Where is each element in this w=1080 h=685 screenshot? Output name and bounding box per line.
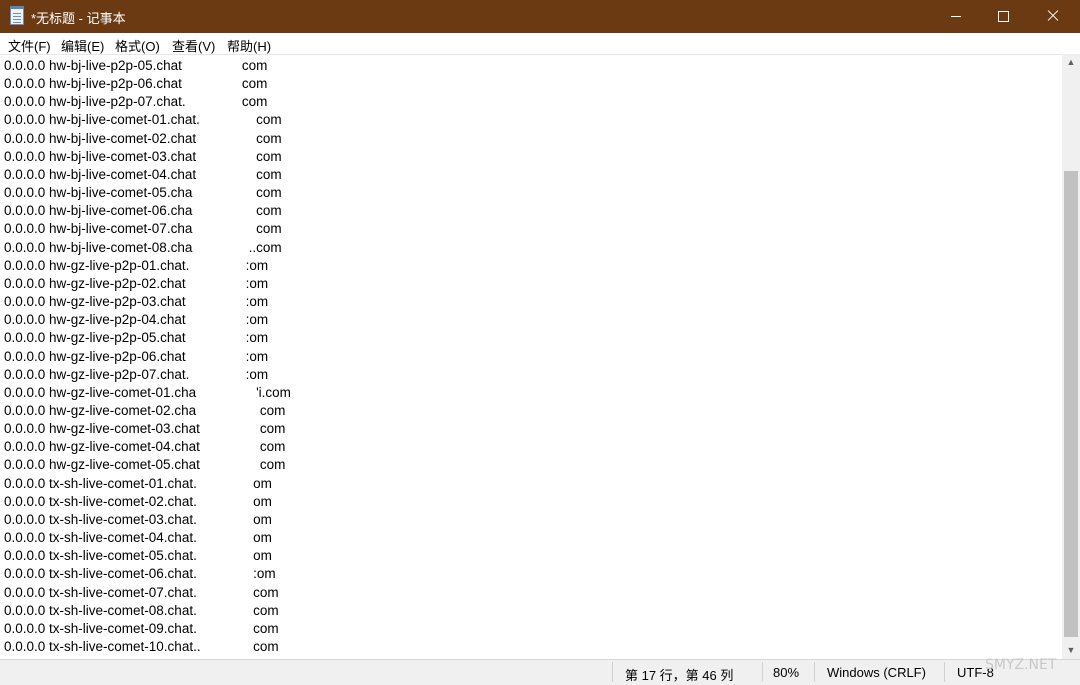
text-line[interactable]: 0.0.0.0 tx-sh-live-comet-09.chat. com (4, 620, 291, 638)
text-line[interactable]: 0.0.0.0 hw-gz-live-comet-03.chat com (4, 420, 291, 438)
scroll-thumb[interactable] (1064, 171, 1078, 637)
text-line[interactable]: 0.0.0.0 tx-sh-live-comet-03.chat. om (4, 511, 291, 529)
menu-file[interactable]: 文件(F) (8, 36, 51, 55)
text-line[interactable]: 0.0.0.0 hw-bj-live-comet-06.cha com (4, 202, 291, 220)
text-line[interactable]: 0.0.0.0 hw-gz-live-p2p-02.chat :om (4, 275, 291, 293)
title-bar[interactable]: *无标题 - 记事本 (0, 0, 1080, 33)
status-divider (814, 662, 815, 682)
text-line[interactable]: 0.0.0.0 hw-gz-live-p2p-07.chat. :om (4, 366, 291, 384)
scroll-down-icon[interactable]: ▼ (1062, 642, 1080, 659)
close-button[interactable] (1030, 0, 1076, 33)
text-line[interactable]: 0.0.0.0 tx-sh-live-comet-05.chat. om (4, 547, 291, 565)
minimize-button[interactable] (933, 0, 979, 33)
menu-help[interactable]: 帮助(H) (227, 36, 271, 55)
text-line[interactable]: 0.0.0.0 tx-sh-live-comet-08.chat. com (4, 602, 291, 620)
text-line[interactable]: 0.0.0.0 tx-sh-live-comet-02.chat. om (4, 493, 291, 511)
menu-view[interactable]: 查看(V) (172, 36, 215, 55)
text-line[interactable]: 0.0.0.0 tx-sh-live-comet-07.chat. com (4, 584, 291, 602)
text-line[interactable]: 0.0.0.0 hw-bj-live-comet-02.chat com (4, 130, 291, 148)
text-line[interactable]: 0.0.0.0 hw-gz-live-comet-04.chat com (4, 438, 291, 456)
notepad-icon (10, 6, 24, 25)
text-line[interactable]: 0.0.0.0 hw-bj-live-comet-08.cha ..com (4, 239, 291, 257)
text-line[interactable]: 0.0.0.0 hw-gz-live-p2p-01.chat. :om (4, 257, 291, 275)
text-line[interactable]: 0.0.0.0 tx-sh-live-comet-01.chat. om (4, 475, 291, 493)
text-line[interactable]: 0.0.0.0 tx-sh-live-comet-06.chat. :om (4, 565, 291, 583)
zoom-level: 80% (773, 665, 800, 680)
menu-format[interactable]: 格式(O) (115, 36, 160, 55)
text-line[interactable]: 0.0.0.0 hw-bj-live-comet-04.chat com (4, 166, 291, 184)
text-line[interactable]: 0.0.0.0 hw-bj-live-p2p-06.chat com (4, 75, 291, 93)
text-line[interactable]: 0.0.0.0 hw-gz-live-p2p-03.chat :om (4, 293, 291, 311)
status-divider (612, 662, 613, 682)
menu-edit[interactable]: 编辑(E) (61, 36, 104, 55)
cursor-position: 第 17 行，第 46 列 (625, 668, 734, 683)
text-editor[interactable]: 0.0.0.0 hw-bj-live-p2p-05.chat com 0.0.0.… (0, 54, 1062, 659)
maximize-icon (998, 11, 1009, 22)
text-line[interactable]: 0.0.0.0 hw-gz-live-comet-02.cha com (4, 402, 291, 420)
vertical-scrollbar[interactable]: ▲ ▼ (1062, 54, 1080, 659)
status-bar: 第 17 行，第 46 列 80% Windows (CRLF) UTF-8 S… (0, 657, 1080, 685)
text-line[interactable]: 0.0.0.0 hw-bj-live-comet-01.chat. com (4, 111, 291, 129)
text-content[interactable]: 0.0.0.0 hw-bj-live-p2p-05.chat com 0.0.0.… (4, 57, 291, 656)
text-line[interactable]: 0.0.0.0 hw-gz-live-p2p-04.chat :om (4, 311, 291, 329)
scroll-up-icon[interactable]: ▲ (1062, 54, 1080, 71)
text-line[interactable]: 0.0.0.0 hw-bj-live-p2p-07.chat. com (4, 93, 291, 111)
window-title: *无标题 - 记事本 (31, 11, 126, 26)
text-line[interactable]: 0.0.0.0 hw-bj-live-comet-05.cha com (4, 184, 291, 202)
menu-bar: 文件(F) 编辑(E) 格式(O) 查看(V) 帮助(H) (0, 33, 1080, 54)
text-line[interactable]: 0.0.0.0 hw-bj-live-p2p-05.chat com (4, 57, 291, 75)
line-ending: Windows (CRLF) (827, 665, 926, 680)
status-divider (944, 662, 945, 682)
text-line[interactable]: 0.0.0.0 tx-sh-live-comet-10.chat.. com (4, 638, 291, 656)
text-line[interactable]: 0.0.0.0 hw-gz-live-p2p-06.chat :om (4, 348, 291, 366)
text-line[interactable]: 0.0.0.0 hw-gz-live-p2p-05.chat :om (4, 329, 291, 347)
text-line[interactable]: 0.0.0.0 hw-gz-live-comet-01.cha 'i.com (4, 384, 291, 402)
maximize-button[interactable] (980, 0, 1026, 33)
minimize-icon (951, 16, 961, 17)
text-line[interactable]: 0.0.0.0 hw-bj-live-comet-03.chat com (4, 148, 291, 166)
text-line[interactable]: 0.0.0.0 hw-gz-live-comet-05.chat com (4, 456, 291, 474)
text-line[interactable]: 0.0.0.0 hw-bj-live-comet-07.cha com (4, 220, 291, 238)
watermark: SMYZ.NET (985, 657, 1057, 673)
close-icon (1047, 10, 1059, 22)
text-line[interactable]: 0.0.0.0 tx-sh-live-comet-04.chat. om (4, 529, 291, 547)
status-divider (762, 662, 763, 682)
